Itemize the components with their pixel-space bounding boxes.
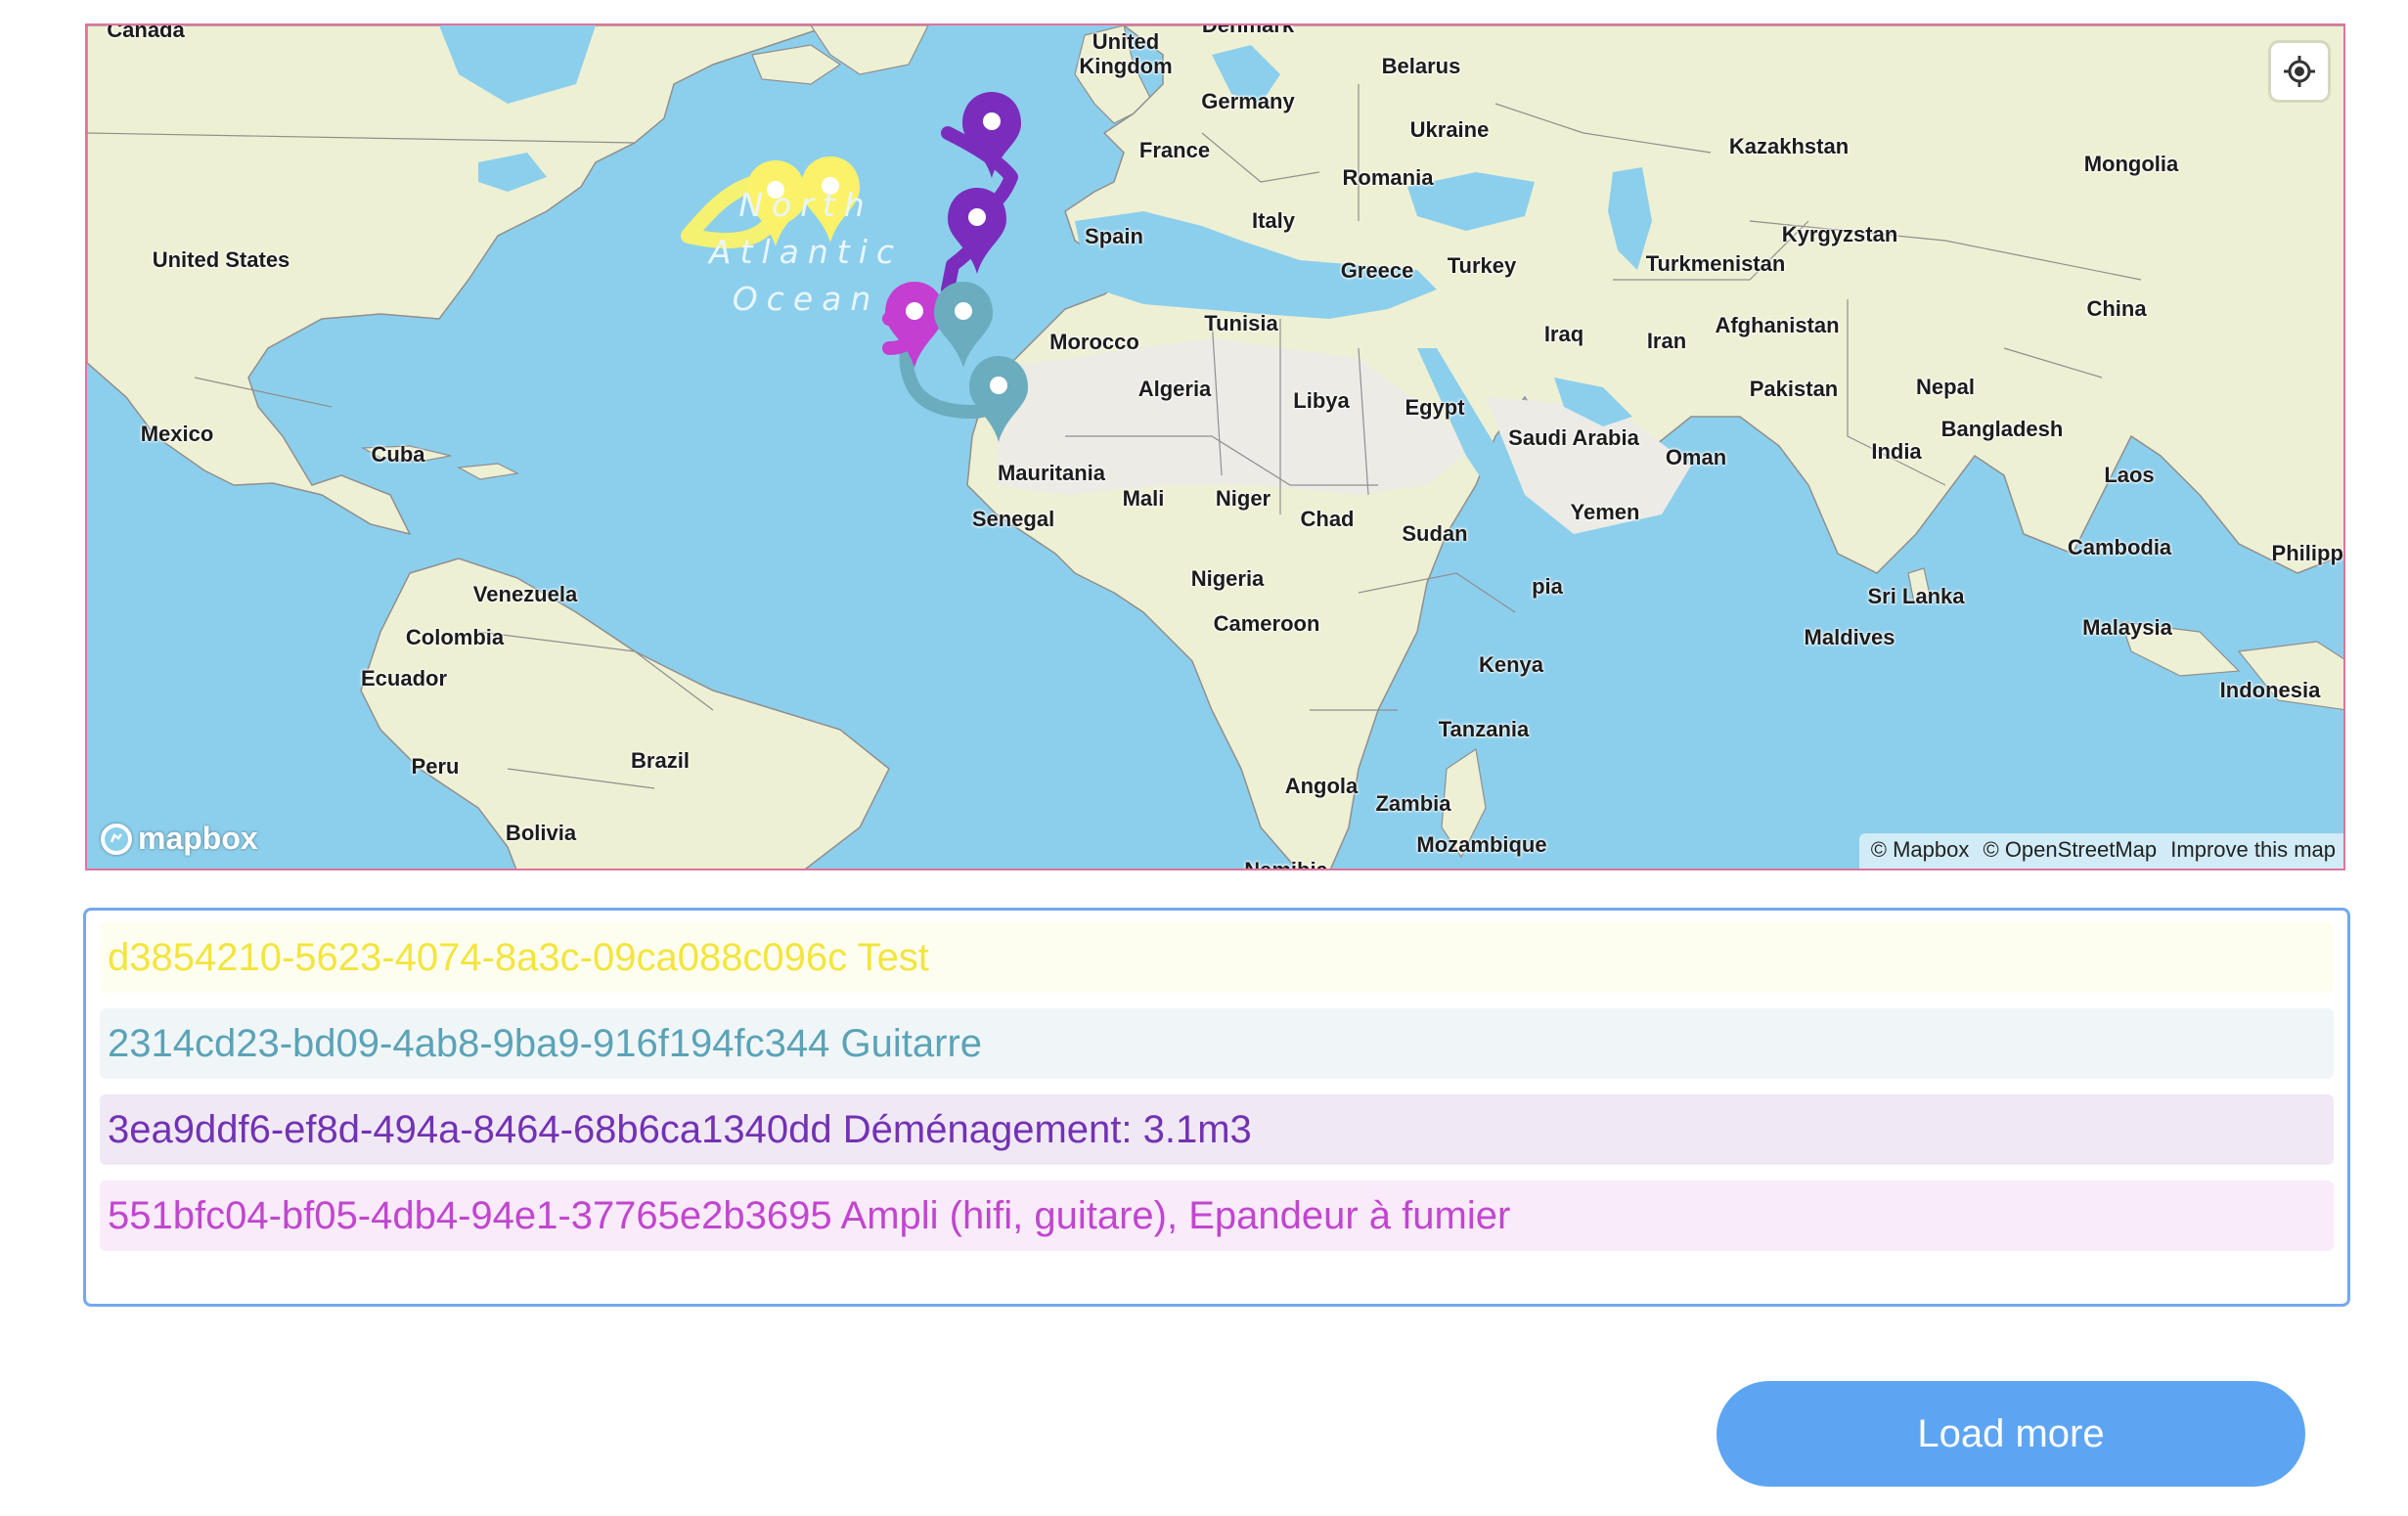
country-label: Bolivia <box>505 821 577 845</box>
country-label: Kazakhstan <box>1728 134 1850 158</box>
country-label: Maldives <box>1804 625 1895 649</box>
country-label: Turkmenistan <box>1645 251 1786 276</box>
route-row-demenagement[interactable]: 3ea9ddf6-ef8d-494a-8464-68b6ca1340dd Dém… <box>100 1094 2334 1165</box>
country-label: Peru <box>411 754 460 779</box>
country-label: United <box>1092 29 1160 54</box>
country-label: Angola <box>1284 774 1359 798</box>
country-label: Libya <box>1293 388 1350 413</box>
country-label: Kyrgyzstan <box>1781 222 1898 246</box>
country-label: Spain <box>1085 224 1143 248</box>
country-label: Sudan <box>1402 521 1468 546</box>
country-label: China <box>2086 296 2147 321</box>
country-label: Kingdom <box>1079 54 1173 78</box>
country-label: Yemen <box>1570 500 1640 524</box>
country-label: Italy <box>1251 208 1296 233</box>
map-pin-icon[interactable] <box>969 356 1028 442</box>
country-label: Germany <box>1201 89 1295 113</box>
country-label: India <box>1871 439 1922 464</box>
country-label: Belarus <box>1381 54 1461 78</box>
load-more-button[interactable]: Load more <box>1717 1381 2305 1487</box>
country-label: Algeria <box>1137 377 1212 401</box>
country-label: Mali <box>1122 486 1165 511</box>
country-label: Greece <box>1340 258 1414 283</box>
country-label: Senegal <box>971 507 1055 531</box>
route-list: d3854210-5623-4074-8a3c-09ca088c096c Tes… <box>83 908 2350 1307</box>
route-row-guitarre[interactable]: 2314cd23-bd09-4ab8-9ba9-916f194fc344 Gui… <box>100 1008 2334 1079</box>
country-label: Ukraine <box>1409 117 1490 142</box>
country-label: Turkey <box>1447 253 1517 278</box>
country-label: Malaysia <box>2082 615 2172 640</box>
country-label: Oman <box>1665 445 1727 469</box>
ocean-label-line: North <box>738 186 873 224</box>
route-row-ampli[interactable]: 551bfc04-bf05-4db4-94e1-37765e2b3695 Amp… <box>100 1181 2334 1251</box>
country-label: Niger <box>1215 486 1271 511</box>
country-label: Cameroon <box>1213 611 1320 636</box>
country-label: Tunisia <box>1204 311 1278 335</box>
country-label: Cuba <box>371 442 425 467</box>
geolocate-button[interactable] <box>2271 43 2328 100</box>
country-label: Indonesia <box>2219 678 2321 702</box>
country-label: Brazil <box>631 748 690 773</box>
country-label: Tanzania <box>1438 717 1530 741</box>
mapbox-logo-text: mapbox <box>138 821 258 856</box>
map-pin-icon[interactable] <box>934 282 993 368</box>
country-label: Philippin <box>2271 541 2343 565</box>
country-label: Nigeria <box>1190 566 1265 591</box>
country-label: Venezuela <box>472 582 578 606</box>
map[interactable]: North Atlantic Ocean Canada United Kingd… <box>85 23 2345 870</box>
country-label: Chad <box>1300 507 1355 531</box>
country-label: Mozambique <box>1416 832 1547 857</box>
country-label: Ecuador <box>360 666 448 691</box>
mapbox-logo-icon <box>101 823 132 855</box>
ocean-label: North Atlantic Ocean <box>709 182 903 323</box>
country-label: Namibia <box>1244 858 1328 870</box>
country-label: Kenya <box>1478 652 1544 677</box>
country-label: United States <box>152 247 290 272</box>
attribution-mapbox-link[interactable]: © Mapbox <box>1871 837 1970 862</box>
country-label: pia <box>1532 574 1563 599</box>
country-label: Colombia <box>405 625 505 649</box>
country-label: Bangladesh <box>1940 417 2064 441</box>
improve-map-link[interactable]: Improve this map <box>2170 837 2336 862</box>
country-label: Mauritania <box>997 461 1106 485</box>
country-label: Pakistan <box>1749 377 1839 401</box>
country-label: Morocco <box>1049 330 1139 354</box>
country-label: Canada <box>107 23 185 42</box>
country-label: France <box>1138 138 1211 162</box>
map-pin-icon[interactable] <box>948 188 1006 274</box>
ocean-label-line: Atlantic <box>708 233 904 271</box>
country-label: Afghanistan <box>1715 313 1840 337</box>
mapbox-logo[interactable]: mapbox <box>101 821 258 857</box>
geolocate-icon <box>2284 56 2315 87</box>
country-label: Zambia <box>1375 791 1451 816</box>
country-label: Nepal <box>1916 375 1975 399</box>
marker-layer <box>746 92 1028 442</box>
attribution-osm-link[interactable]: © OpenStreetMap <box>1984 837 2158 862</box>
country-label: Cambodia <box>2067 535 2172 559</box>
map-attribution: © Mapbox © OpenStreetMap Improve this ma… <box>1858 833 2343 869</box>
country-label: Denmark <box>1201 23 1295 37</box>
country-label: Iran <box>1646 329 1687 353</box>
country-label: Saudi Arabia <box>1508 425 1639 450</box>
country-label: Laos <box>2104 463 2155 487</box>
country-label: Iraq <box>1543 322 1584 346</box>
country-label: Mongolia <box>2083 152 2179 176</box>
country-label: Romania <box>1342 165 1434 190</box>
country-label: Mexico <box>140 422 214 446</box>
country-label: Egypt <box>1405 395 1465 420</box>
route-row-test[interactable]: d3854210-5623-4074-8a3c-09ca088c096c Tes… <box>100 922 2334 993</box>
map-pin-icon[interactable] <box>962 92 1021 178</box>
ocean-label-line: Ocean <box>732 280 880 318</box>
country-label: Sri Lanka <box>1867 584 1965 608</box>
